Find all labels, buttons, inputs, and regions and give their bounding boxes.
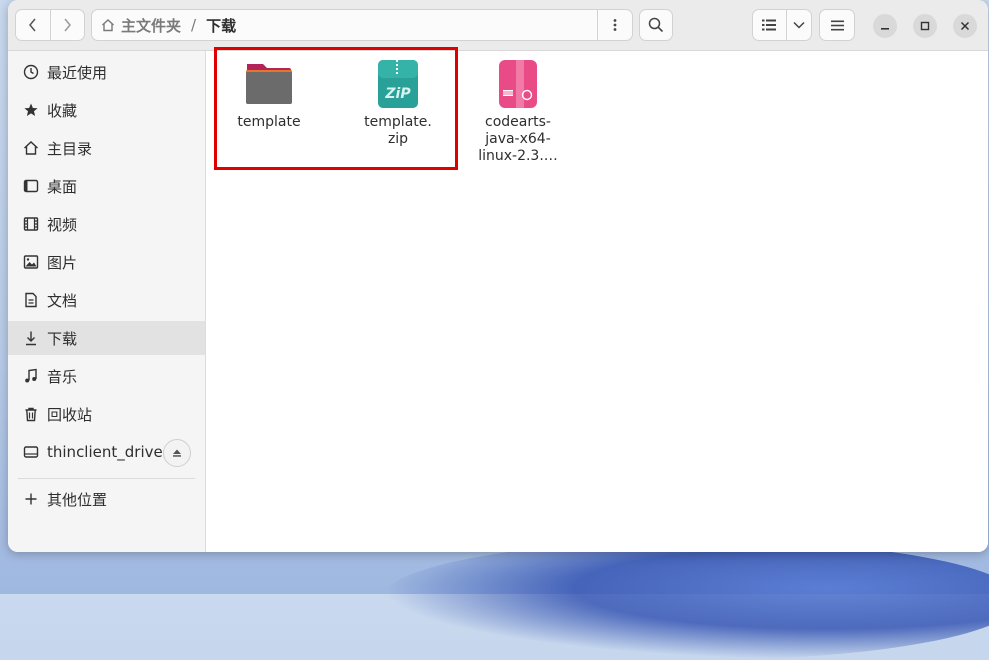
- view-options-button[interactable]: [787, 10, 811, 40]
- chevron-down-icon: [793, 21, 805, 29]
- hamburger-menu-icon: [830, 20, 844, 30]
- video-icon: [21, 216, 41, 232]
- file-name-line: linux-2.3.…: [478, 148, 558, 164]
- highlight-box: [214, 47, 458, 170]
- sidebar-item-pictures[interactable]: 图片: [8, 245, 205, 279]
- sidebar-item-label: 视频: [47, 215, 78, 234]
- main-menu-button[interactable]: [819, 9, 855, 41]
- eject-icon: [173, 449, 181, 457]
- header-bar: 主文件夹 / 下载: [8, 0, 988, 51]
- trash-icon: [21, 406, 41, 422]
- sidebar-item-label: 图片: [47, 253, 78, 272]
- path-home-label: 主文件夹: [121, 16, 182, 35]
- back-button[interactable]: [16, 10, 50, 40]
- home-icon: [102, 19, 114, 32]
- desktop-icon: [21, 178, 41, 194]
- sidebar: 最近使用 收藏 主目录 桌面 视频 图片 文档 下载 音乐 回收站 thincl…: [8, 51, 206, 552]
- list-view-button[interactable]: [753, 10, 786, 40]
- sidebar-item-documents[interactable]: 文档: [8, 283, 205, 317]
- star-icon: [21, 102, 41, 118]
- sidebar-item-label: 收藏: [47, 101, 78, 120]
- file-name-line: codearts-: [485, 114, 551, 130]
- plus-icon: [21, 492, 41, 506]
- close-button[interactable]: [953, 14, 977, 38]
- download-icon: [21, 330, 41, 346]
- close-icon: [960, 21, 970, 31]
- sidebar-item-label: 下载: [47, 329, 78, 348]
- path-home-button[interactable]: 主文件夹: [92, 15, 181, 36]
- file-item-codearts-package[interactable]: codearts- java-x64- linux-2.3.…: [468, 58, 568, 165]
- drive-icon: [21, 444, 41, 460]
- sidebar-item-thinclient-drives[interactable]: thinclient_drives: [8, 435, 205, 469]
- minimize-icon: [881, 28, 889, 30]
- clock-icon: [21, 64, 41, 80]
- list-view-icon: [762, 19, 777, 31]
- sidebar-item-label: 最近使用: [47, 63, 108, 82]
- document-icon: [21, 292, 41, 308]
- chevron-right-icon: [64, 18, 72, 32]
- search-button[interactable]: [639, 9, 673, 41]
- sidebar-item-music[interactable]: 音乐: [8, 359, 205, 393]
- sidebar-item-other-locations[interactable]: 其他位置: [8, 482, 205, 516]
- deb-package-icon: [492, 58, 544, 110]
- sidebar-item-label: 桌面: [47, 177, 78, 196]
- vertical-ellipsis-icon: [613, 19, 617, 31]
- sidebar-item-label: thinclient_drives: [47, 443, 171, 461]
- sidebar-item-label: 文档: [47, 291, 78, 310]
- sidebar-item-recent[interactable]: 最近使用: [8, 55, 205, 89]
- sidebar-item-downloads[interactable]: 下载: [8, 321, 205, 355]
- path-bar: 主文件夹 / 下载: [91, 9, 633, 41]
- sidebar-divider: [18, 478, 195, 479]
- path-separator: /: [191, 16, 197, 34]
- music-icon: [21, 368, 41, 384]
- maximize-icon: [920, 21, 930, 31]
- image-icon: [21, 254, 41, 270]
- home-icon: [21, 140, 41, 156]
- nav-buttons: [15, 9, 85, 41]
- minimize-button[interactable]: [873, 14, 897, 38]
- view-buttons: [752, 9, 812, 41]
- sidebar-item-home[interactable]: 主目录: [8, 131, 205, 165]
- maximize-button[interactable]: [913, 14, 937, 38]
- path-current-folder[interactable]: 下载: [206, 15, 236, 36]
- sidebar-item-label: 回收站: [47, 405, 93, 424]
- sidebar-item-label: 音乐: [47, 367, 78, 386]
- sidebar-item-desktop[interactable]: 桌面: [8, 169, 205, 203]
- wallpaper: [380, 540, 989, 660]
- sidebar-item-label: 主目录: [47, 139, 93, 158]
- sidebar-item-trash[interactable]: 回收站: [8, 397, 205, 431]
- sidebar-item-label: 其他位置: [47, 490, 108, 509]
- sidebar-item-videos[interactable]: 视频: [8, 207, 205, 241]
- sidebar-item-starred[interactable]: 收藏: [8, 93, 205, 127]
- path-menu-button[interactable]: [597, 10, 632, 40]
- file-manager-window: 主文件夹 / 下载 最近使用 收藏 主目录 桌面 视频 图片 文档 下载 音乐 …: [8, 0, 988, 552]
- forward-button[interactable]: [50, 10, 84, 40]
- eject-button[interactable]: [163, 439, 191, 467]
- file-name-line: java-x64-: [485, 131, 551, 147]
- search-icon: [648, 17, 664, 33]
- chevron-left-icon: [28, 18, 36, 32]
